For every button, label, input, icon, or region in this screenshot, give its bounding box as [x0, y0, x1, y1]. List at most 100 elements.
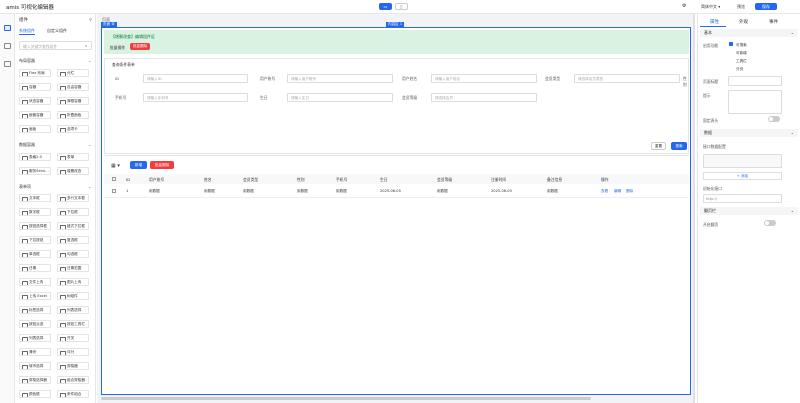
- tab-properties[interactable]: 属性: [710, 19, 719, 25]
- row-checkbox[interactable]: [112, 189, 116, 193]
- chevron-down-icon[interactable]: ⌄: [88, 184, 91, 189]
- settings-icon[interactable]: ⚙: [682, 3, 686, 10]
- component-item[interactable]: 链式下拉框: [57, 222, 89, 230]
- view-link[interactable]: 查看: [601, 189, 608, 194]
- component-item[interactable]: 服务Servi...: [19, 167, 51, 175]
- component-item[interactable]: 表单: [57, 153, 89, 161]
- component-item[interactable]: 表格2.0: [19, 153, 51, 161]
- component-item[interactable]: 分栏: [57, 69, 89, 77]
- column-header[interactable]: 注册时间: [491, 177, 506, 183]
- component-item[interactable]: 城市选择: [19, 362, 51, 370]
- column-header[interactable]: 会员等级: [437, 177, 452, 183]
- outline-panel-icon[interactable]: [4, 43, 11, 49]
- title-input[interactable]: [728, 76, 782, 86]
- component-item[interactable]: 穿梭器: [57, 362, 89, 370]
- component-item[interactable]: 评分: [57, 348, 89, 356]
- notice-batch-delete-button[interactable]: 批量删除: [130, 43, 150, 50]
- level-select[interactable]: 请选择会员: [431, 93, 537, 102]
- table-row[interactable]: 1 用数据 用数据 用数据 用数据 用数据 2025-06-05 用数据 202…: [104, 186, 689, 198]
- column-header[interactable]: 性别: [297, 177, 305, 183]
- column-header[interactable]: 备注信息: [547, 177, 562, 183]
- desktop-view-button[interactable]: ▭: [379, 3, 392, 10]
- horizontal-scrollbar[interactable]: [101, 397, 591, 400]
- column-toggle-icon[interactable]: ▦ ▾: [111, 163, 120, 169]
- component-item[interactable]: 列表选择: [19, 334, 51, 342]
- batch-delete-button[interactable]: 批量删除: [150, 161, 174, 169]
- checkbox-checked[interactable]: [729, 42, 733, 46]
- page-frame[interactable]: 【增删改查】编辑组件区 批量操作 批量删除 查询条件表单 ID 请输入ID 用户…: [101, 27, 691, 395]
- component-item[interactable]: 选项卡: [57, 125, 89, 133]
- component-item[interactable]: 树组件: [57, 292, 89, 300]
- component-item[interactable]: 下拉按钮: [19, 236, 51, 244]
- component-item[interactable]: 下拉框: [57, 208, 89, 216]
- vertical-scrollbar[interactable]: [693, 14, 695, 403]
- pagination-toggle[interactable]: [764, 220, 776, 226]
- group-form-items[interactable]: 表单项: [19, 184, 31, 190]
- crud-table-region[interactable]: ▦ ▾ 新增 批量删除 ID 用户账号 姓名 会员类型 性别 手机号 生日 会员…: [104, 155, 689, 395]
- component-item[interactable]: 开关: [57, 334, 89, 342]
- tab-events[interactable]: 事件: [769, 19, 778, 25]
- column-header[interactable]: 手机号: [336, 177, 347, 183]
- save-button[interactable]: 保存: [755, 3, 777, 10]
- search-button[interactable]: 搜索: [671, 142, 687, 150]
- component-item[interactable]: 嵌套容器: [19, 111, 51, 119]
- component-item[interactable]: 数字框: [19, 208, 51, 216]
- preview-button[interactable]: 预览: [737, 3, 745, 10]
- section-basic[interactable]: 基本 ⌄: [700, 29, 798, 37]
- component-item[interactable]: 按钮选择框: [19, 222, 51, 230]
- init-api-input[interactable]: http://: [703, 194, 782, 203]
- component-item[interactable]: 穿梭选择器: [19, 376, 51, 384]
- name-input[interactable]: 请输入用户姓名: [431, 74, 537, 83]
- component-item[interactable]: 多行文本框: [57, 194, 89, 202]
- group-data[interactable]: 数据容器: [19, 142, 35, 148]
- add-button[interactable]: 新增: [130, 161, 147, 169]
- language-select[interactable]: 简体中文 ▾: [701, 3, 720, 10]
- component-item[interactable]: 单选框: [19, 250, 51, 258]
- chevron-down-icon[interactable]: ⌄: [88, 142, 91, 147]
- component-item[interactable]: 复选框: [57, 236, 89, 244]
- component-item[interactable]: 文本框: [19, 194, 51, 202]
- api-config-box[interactable]: [703, 154, 782, 168]
- tab-appearance[interactable]: 外观: [739, 19, 748, 25]
- filter-form[interactable]: 查询条件表单 ID 请输入ID 用户账号 请输入用户账号 用户姓名 请输入用户姓…: [104, 58, 689, 154]
- phone-input[interactable]: 请输入手机号: [143, 93, 248, 102]
- chevron-down-icon[interactable]: ⌄: [88, 58, 91, 63]
- component-item[interactable]: Flex 布局: [19, 69, 51, 77]
- column-header[interactable]: 操作: [601, 177, 609, 183]
- group-layout[interactable]: 布局容器: [19, 58, 35, 64]
- component-item[interactable]: 日期范围: [57, 264, 89, 272]
- column-header[interactable]: 用户账号: [149, 177, 164, 183]
- reset-button[interactable]: 重置: [651, 142, 666, 150]
- component-item[interactable]: 上传 Excel: [19, 292, 51, 300]
- component-item[interactable]: 文件上传: [19, 278, 51, 286]
- component-item[interactable]: 自由容器: [57, 83, 89, 91]
- component-item[interactable]: 按钮点选: [19, 320, 51, 328]
- remark-textarea[interactable]: [728, 90, 782, 114]
- component-panel-icon[interactable]: [4, 25, 11, 31]
- column-header[interactable]: 姓名: [204, 177, 212, 183]
- component-item[interactable]: 容器: [19, 83, 51, 91]
- fixed-header-toggle[interactable]: [768, 116, 780, 122]
- delete-link[interactable]: 删除: [626, 189, 633, 194]
- editor-canvas[interactable]: 页面 页面 ⚙ 内容区 1 【增删改查】编辑组件区 批量操作 批量删除 查询条件…: [97, 14, 695, 403]
- component-item[interactable]: 标签选择: [19, 306, 51, 314]
- component-item[interactable]: 弹框容器: [57, 97, 89, 105]
- select-all-checkbox[interactable]: [112, 177, 116, 181]
- account-input[interactable]: 请输入用户账号: [287, 74, 393, 83]
- component-item[interactable]: 勾选框: [57, 250, 89, 258]
- column-header[interactable]: 生日: [380, 177, 388, 183]
- component-item[interactable]: 条件组合: [57, 390, 89, 398]
- component-item[interactable]: 组合穿梭器: [57, 376, 89, 384]
- component-item[interactable]: 面板: [19, 125, 51, 133]
- tab-custom[interactable]: 自定义组件: [47, 28, 67, 34]
- birthday-input[interactable]: 请输入生日: [287, 93, 393, 102]
- column-header[interactable]: ID: [126, 177, 130, 182]
- column-header[interactable]: 会员类型: [243, 177, 258, 183]
- add-field-button[interactable]: + 添加: [703, 172, 782, 180]
- component-item[interactable]: 滑块: [19, 348, 51, 356]
- code-panel-icon[interactable]: [4, 61, 11, 67]
- edit-link[interactable]: 编辑: [614, 189, 621, 194]
- notice-region[interactable]: 【增删改查】编辑组件区 批量操作 批量删除: [104, 30, 689, 54]
- component-item[interactable]: 日期: [19, 264, 51, 272]
- search-icon[interactable]: ⌕: [85, 43, 87, 48]
